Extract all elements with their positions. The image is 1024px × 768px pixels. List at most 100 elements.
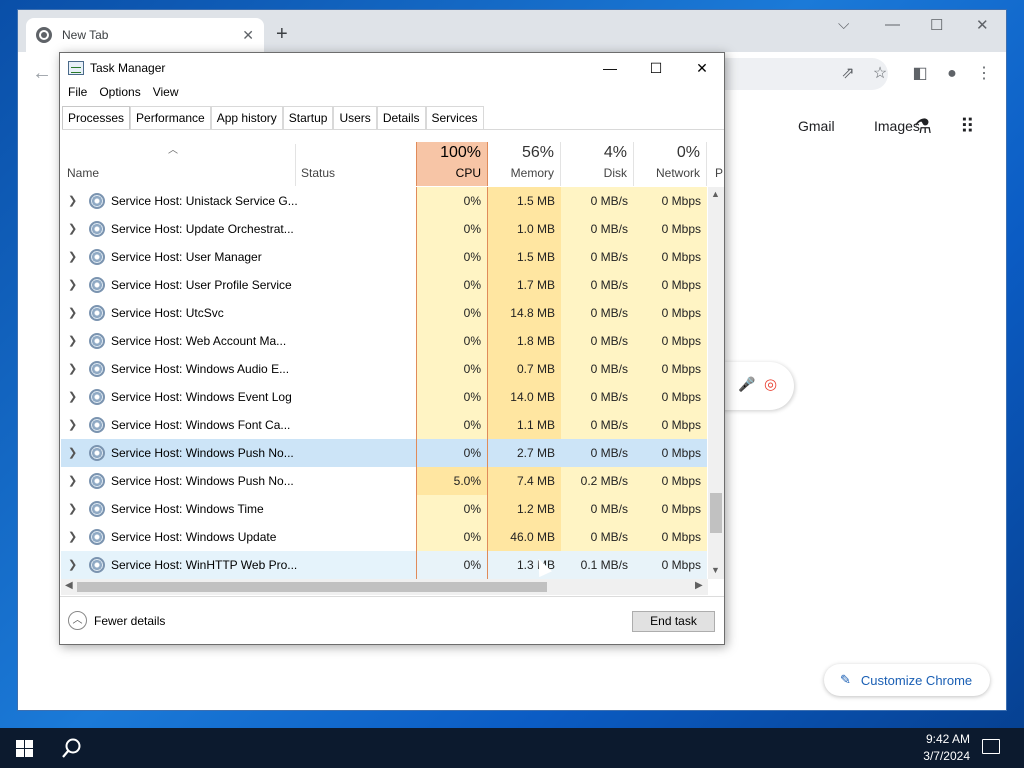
vertical-scroll-thumb[interactable] bbox=[710, 493, 722, 533]
search-icon[interactable] bbox=[61, 737, 83, 759]
profile-avatar-icon[interactable]: ● bbox=[942, 64, 962, 84]
vertical-scrollbar[interactable]: ▲ ▼ bbox=[708, 187, 724, 579]
labs-flask-icon[interactable]: ⚗ bbox=[914, 114, 932, 139]
tab-details[interactable]: Details bbox=[376, 106, 426, 129]
horizontal-scroll-thumb[interactable] bbox=[77, 582, 547, 592]
address-bar[interactable] bbox=[718, 58, 888, 90]
memory-cell: 1.5 MB bbox=[488, 187, 561, 215]
memory-cell: 14.8 MB bbox=[488, 299, 561, 327]
process-row[interactable]: ❯ Service Host: WinHTTP Web Pro... 0% 1.3 M… bbox=[61, 551, 707, 579]
tab-startup[interactable]: Startup bbox=[282, 106, 334, 129]
expand-chevron-icon[interactable]: ❯ bbox=[68, 390, 77, 403]
process-row[interactable]: ❯ Service Host: Web Account Ma... 0% 1.8 MB… bbox=[61, 327, 707, 355]
close-icon[interactable]: ✕ bbox=[242, 27, 254, 44]
process-row[interactable]: ❯ Service Host: Windows Audio E... 0% 0.7 M… bbox=[61, 355, 707, 383]
back-arrow-icon[interactable]: ← bbox=[32, 62, 52, 85]
tab-users[interactable]: Users bbox=[333, 106, 377, 129]
tab-performance[interactable]: Performance bbox=[130, 106, 211, 129]
process-name: Service Host: Web Account Ma... bbox=[111, 334, 287, 348]
expand-chevron-icon[interactable]: ❯ bbox=[68, 418, 77, 431]
windows-start-button[interactable] bbox=[16, 740, 33, 757]
process-row[interactable]: ❯ Service Host: UtcSvc 0% 14.8 MB 0 MB/s 0 Mb… bbox=[61, 299, 707, 327]
memory-cell: 1.3 MB bbox=[488, 551, 561, 579]
column-divider[interactable] bbox=[295, 144, 296, 186]
process-row[interactable]: ❯ Service Host: Windows Event Log 0% 14.0 M… bbox=[61, 383, 707, 411]
process-row[interactable]: ❯ Service Host: Windows Push No... 0% 2.7 M… bbox=[61, 439, 707, 467]
tab-search-chevron-icon[interactable]: ⌵ bbox=[838, 16, 849, 33]
notification-center-icon[interactable] bbox=[982, 739, 1000, 754]
service-gear-icon bbox=[89, 501, 105, 517]
process-row[interactable]: ❯ Service Host: Windows Push No... 5.0% 7.4… bbox=[61, 467, 707, 495]
memory-cell: 1.8 MB bbox=[488, 327, 561, 355]
chrome-tab-new-tab[interactable]: New Tab ✕ bbox=[26, 18, 264, 52]
expand-chevron-icon[interactable]: ❯ bbox=[68, 502, 77, 515]
process-row[interactable]: ❯ Service Host: Update Orchestrat... 0% 1.0… bbox=[61, 215, 707, 243]
disk-cell: 0 MB/s bbox=[561, 327, 634, 355]
scroll-left-icon[interactable]: ◀ bbox=[65, 580, 73, 591]
expand-chevron-icon[interactable]: ❯ bbox=[68, 530, 77, 543]
process-list[interactable]: ❯ Service Host: Unistack Service G... 0% 1.… bbox=[61, 187, 707, 579]
minimize-button[interactable]: — bbox=[885, 16, 900, 33]
minimize-button[interactable]: — bbox=[587, 53, 633, 83]
share-icon[interactable]: ⇗ bbox=[838, 64, 858, 84]
process-row[interactable]: ❯ Service Host: Windows Update 0% 46.0 MB 0 … bbox=[61, 523, 707, 551]
expand-chevron-icon[interactable]: ❯ bbox=[68, 334, 77, 347]
scroll-up-icon[interactable]: ▲ bbox=[711, 189, 720, 199]
tab-processes[interactable]: Processes bbox=[62, 106, 131, 130]
column-header-memory[interactable]: 56% Memory bbox=[488, 142, 561, 186]
network-cell: 0 Mbps bbox=[634, 355, 707, 383]
lens-search-icon[interactable]: ◎ bbox=[764, 375, 777, 393]
column-header-network[interactable]: 0% Network bbox=[634, 142, 707, 186]
service-gear-icon bbox=[89, 389, 105, 405]
column-header-cpu[interactable]: 100% CPU bbox=[416, 142, 488, 186]
expand-chevron-icon[interactable]: ❯ bbox=[68, 222, 77, 235]
disk-cell: 0 MB/s bbox=[561, 383, 634, 411]
expand-chevron-icon[interactable]: ❯ bbox=[68, 474, 77, 487]
menu-options[interactable]: Options bbox=[93, 83, 146, 103]
process-row[interactable]: ❯ Service Host: User Manager 0% 1.5 MB 0 MB/… bbox=[61, 243, 707, 271]
expand-chevron-icon[interactable]: ❯ bbox=[68, 278, 77, 291]
maximize-button[interactable]: ☐ bbox=[930, 16, 943, 34]
cpu-cell: 0% bbox=[416, 495, 488, 523]
bookmark-star-icon[interactable]: ☆ bbox=[870, 64, 890, 84]
expand-chevron-icon[interactable]: ❯ bbox=[68, 362, 77, 375]
system-clock[interactable]: 9:42 AM 3/7/2024 bbox=[900, 731, 970, 765]
customize-chrome-button[interactable]: ✎ Customize Chrome bbox=[824, 664, 990, 696]
horizontal-scrollbar[interactable]: ◀ ▶ bbox=[61, 579, 708, 595]
expand-chevron-icon[interactable]: ❯ bbox=[68, 306, 77, 319]
process-row[interactable]: ❯ Service Host: User Profile Service 0% 1.7… bbox=[61, 271, 707, 299]
google-search-box[interactable]: 🎤 ◎ bbox=[718, 362, 794, 410]
gmail-link[interactable]: Gmail bbox=[798, 118, 835, 134]
process-row[interactable]: ❯ Service Host: Windows Time 0% 1.2 MB 0 MB/… bbox=[61, 495, 707, 523]
chevron-up-circle-icon[interactable]: ︿ bbox=[68, 611, 87, 630]
cpu-cell: 0% bbox=[416, 523, 488, 551]
column-header-status[interactable]: Status bbox=[301, 166, 335, 180]
maximize-button[interactable]: ☐ bbox=[633, 53, 679, 83]
close-button[interactable]: ✕ bbox=[679, 53, 725, 83]
scroll-down-icon[interactable]: ▼ bbox=[711, 565, 720, 575]
scroll-right-icon[interactable]: ▶ bbox=[695, 580, 703, 591]
end-task-button[interactable]: End task bbox=[632, 611, 715, 632]
column-header-name[interactable]: Name bbox=[67, 166, 99, 180]
apps-grid-icon[interactable]: ⠿ bbox=[960, 114, 975, 139]
menu-file[interactable]: File bbox=[62, 83, 93, 103]
clock-time: 9:42 AM bbox=[925, 732, 970, 746]
fewer-details-link[interactable]: Fewer details bbox=[94, 614, 165, 628]
more-menu-icon[interactable]: ⋮ bbox=[974, 64, 994, 84]
side-panel-icon[interactable]: ◧ bbox=[910, 64, 930, 84]
process-row[interactable]: ❯ Service Host: Windows Font Ca... 0% 1.1 M… bbox=[61, 411, 707, 439]
expand-chevron-icon[interactable]: ❯ bbox=[68, 250, 77, 263]
tab-services[interactable]: Services bbox=[425, 106, 484, 129]
column-header-truncated[interactable]: P bbox=[715, 166, 723, 180]
expand-chevron-icon[interactable]: ❯ bbox=[68, 558, 77, 571]
tab-app-history[interactable]: App history bbox=[210, 106, 283, 129]
menu-view[interactable]: View bbox=[147, 83, 185, 103]
service-gear-icon bbox=[89, 333, 105, 349]
expand-chevron-icon[interactable]: ❯ bbox=[68, 194, 77, 207]
expand-chevron-icon[interactable]: ❯ bbox=[68, 446, 77, 459]
close-button[interactable]: ✕ bbox=[976, 16, 989, 34]
process-row[interactable]: ❯ Service Host: Unistack Service G... 0% 1.… bbox=[61, 187, 707, 215]
voice-search-icon[interactable]: 🎤 bbox=[738, 376, 755, 393]
new-tab-button[interactable]: + bbox=[276, 24, 288, 44]
column-header-disk[interactable]: 4% Disk bbox=[561, 142, 634, 186]
